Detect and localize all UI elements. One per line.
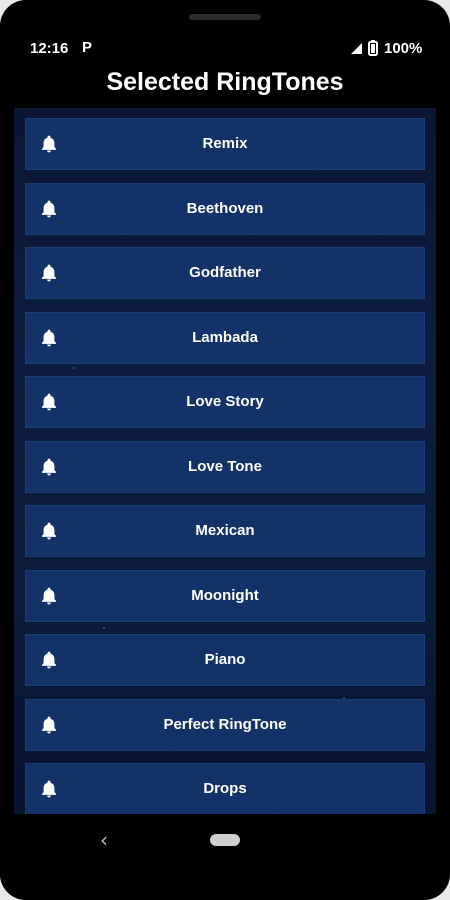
back-icon[interactable]: ‹ (100, 828, 108, 852)
ringtone-list-panel: Remix Beethoven Godfather Lambada Love Story… (14, 108, 436, 814)
bell-icon (39, 199, 59, 219)
home-button[interactable] (210, 834, 240, 846)
ringtone-label: Love Story (186, 393, 264, 410)
ringtone-item[interactable]: Perfect RingTone (25, 698, 425, 751)
battery-icon (368, 40, 378, 56)
ringtone-label: Mexican (195, 522, 255, 539)
ringtone-item[interactable]: Moonight (25, 569, 425, 622)
ringtone-label: Lambada (192, 328, 258, 346)
ringtone-label: Perfect RingTone (163, 715, 287, 733)
ringtone-item[interactable]: Piano (25, 634, 425, 686)
ringtone-label: Godfather (189, 264, 261, 281)
speaker-grille (189, 14, 261, 20)
bell-icon (39, 263, 59, 283)
status-time: 12:16 (30, 40, 69, 57)
page-title: Selected RingTones (106, 68, 344, 96)
ringtone-item[interactable]: Beethoven (25, 182, 425, 235)
navigation-bar: ‹ (0, 814, 450, 900)
ringtone-label: Drops (203, 780, 247, 797)
battery-percentage: 100% (384, 40, 423, 57)
bell-icon (39, 779, 59, 799)
ringtone-label: Moonight (191, 586, 259, 604)
signal-icon (351, 43, 362, 54)
bell-icon (39, 392, 59, 412)
ringtone-item[interactable]: Remix (25, 118, 425, 170)
ringtone-item[interactable]: Love Story (25, 376, 425, 428)
bell-icon (39, 715, 59, 735)
bell-icon (39, 134, 59, 154)
bell-icon (39, 521, 59, 541)
status-bar: 12:16 P 100% (0, 36, 450, 62)
ringtone-label: Piano (204, 651, 246, 668)
ringtone-list: Remix Beethoven Godfather Lambada Love Story… (25, 118, 425, 814)
ringtone-item[interactable]: Godfather (25, 247, 425, 299)
ringtone-item[interactable]: Mexican (25, 505, 425, 557)
phone-screen: 12:16 P 100% Selected RingTones Remix Bee… (0, 0, 450, 900)
bell-icon (39, 457, 59, 477)
ringtone-item[interactable]: Lambada (25, 311, 425, 364)
ringtone-label: Remix (202, 135, 248, 152)
bell-icon (39, 328, 59, 348)
ringtone-item[interactable]: Love Tone (25, 440, 425, 493)
bell-icon (39, 586, 59, 606)
parking-notification-icon: P (82, 39, 93, 56)
ringtone-label: Love Tone (188, 457, 262, 475)
bell-icon (39, 650, 59, 670)
ringtone-label: Beethoven (186, 199, 264, 217)
ringtone-item[interactable]: Drops (25, 763, 425, 814)
